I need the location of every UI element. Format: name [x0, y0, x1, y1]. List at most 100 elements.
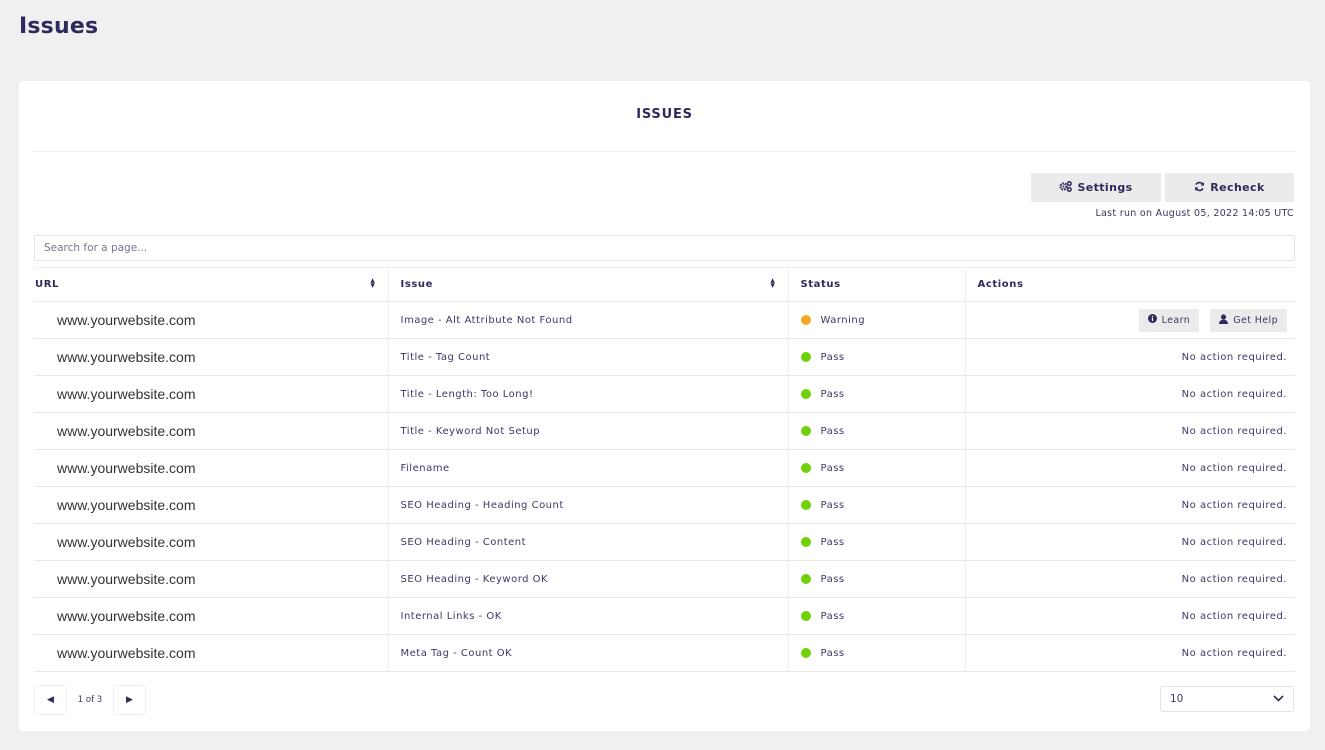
pagination: ◀ 1 of 3 ▶ [34, 685, 146, 715]
no-action-text: No action required. [1181, 573, 1287, 585]
status-badge: Pass [820, 536, 845, 548]
column-header-issue[interactable]: Issue ▴ ▾ [387, 267, 788, 302]
column-header-url[interactable]: URL ▴ ▾ [34, 267, 388, 302]
no-action-text: No action required. [1181, 499, 1287, 511]
sort-icon[interactable]: ▴ ▾ [770, 277, 775, 291]
table-row: www.yourwebsite.com SEO Heading - Conten… [34, 523, 1295, 561]
learn-button[interactable]: Learn [1138, 308, 1200, 332]
status-cell: Pass [787, 338, 965, 376]
issue-cell: SEO Heading - Heading Count [387, 486, 788, 524]
status-dot-icon [800, 648, 811, 658]
status-badge: Warning [820, 314, 866, 326]
table-row: www.yourwebsite.com Filename Pass No act… [34, 449, 1295, 487]
status-dot-icon [800, 352, 811, 362]
url-cell[interactable]: www.yourwebsite.com [34, 597, 388, 635]
column-header-status: Status [787, 267, 965, 302]
status-cell: Warning [787, 301, 965, 339]
issue-cell: SEO Heading - Keyword OK [387, 560, 788, 598]
issue-cell: SEO Heading - Content [387, 523, 788, 561]
caret-left-icon: ◀ [47, 695, 54, 705]
no-action-text: No action required. [1181, 647, 1287, 659]
chevron-down-icon [1273, 693, 1284, 705]
page-indicator: 1 of 3 [77, 695, 103, 705]
prev-page-button[interactable]: ◀ [34, 685, 67, 715]
url-cell[interactable]: www.yourwebsite.com [34, 375, 388, 413]
caret-right-icon: ▶ [126, 695, 133, 705]
status-badge: Pass [820, 462, 845, 474]
last-run-timestamp: Last run on August 05, 2022 14:05 UTC [1095, 208, 1294, 219]
url-cell[interactable]: www.yourwebsite.com [34, 560, 388, 598]
page-size-value: 10 [1170, 693, 1184, 705]
info-icon [1147, 314, 1157, 326]
status-dot-icon [800, 426, 811, 436]
actions-cell: No action required. [964, 486, 1295, 524]
column-label: Issue [400, 279, 434, 290]
table-row: www.yourwebsite.com Title - Length: Too … [34, 375, 1295, 413]
issue-cell: Meta Tag - Count OK [387, 634, 788, 672]
table-row: www.yourwebsite.com Title - Tag Count Pa… [34, 338, 1295, 376]
table-body: www.yourwebsite.com Image - Alt Attribut… [34, 301, 1295, 672]
recheck-button[interactable]: Recheck [1165, 173, 1294, 202]
actions-cell: No action required. [964, 560, 1295, 598]
user-support-icon [1219, 313, 1229, 327]
actions-cell: No action required. [964, 338, 1295, 376]
table-row: www.yourwebsite.com SEO Heading - Headin… [34, 486, 1295, 524]
get-help-button[interactable]: Get Help [1210, 308, 1287, 332]
settings-button[interactable]: Settings [1031, 173, 1161, 202]
column-header-actions: Actions [964, 267, 1295, 302]
issue-cell: Internal Links - OK [387, 597, 788, 635]
search-input[interactable] [34, 235, 1295, 261]
column-label: URL [35, 279, 59, 290]
url-cell[interactable]: www.yourwebsite.com [34, 634, 388, 672]
issue-cell: Filename [387, 449, 788, 487]
url-cell[interactable]: www.yourwebsite.com [34, 338, 388, 376]
no-action-text: No action required. [1181, 388, 1287, 400]
actions-cell: No action required. [964, 449, 1295, 487]
status-cell: Pass [787, 597, 965, 635]
recheck-label: Recheck [1210, 181, 1265, 194]
page-size-select[interactable]: 10 [1160, 686, 1294, 712]
status-badge: Pass [820, 647, 845, 659]
issue-cell: Title - Length: Too Long! [387, 375, 788, 413]
actions-cell: No action required. [964, 375, 1295, 413]
status-dot-icon [800, 574, 811, 584]
settings-label: Settings [1077, 181, 1133, 194]
column-label: Status [800, 279, 841, 290]
no-action-text: No action required. [1181, 610, 1287, 622]
url-cell[interactable]: www.yourwebsite.com [34, 449, 388, 487]
status-cell: Pass [787, 523, 965, 561]
status-cell: Pass [787, 412, 965, 450]
table-header-row: URL ▴ ▾ Issue ▴ ▾ Status Actions [34, 267, 1295, 302]
status-cell: Pass [787, 560, 965, 598]
no-action-text: No action required. [1181, 536, 1287, 548]
gears-icon [1059, 180, 1073, 195]
no-action-text: No action required. [1181, 462, 1287, 474]
next-page-button[interactable]: ▶ [113, 685, 146, 715]
status-badge: Pass [820, 610, 845, 622]
column-label: Actions [977, 279, 1024, 290]
status-dot-icon [800, 315, 811, 325]
row-action-buttons: Learn Get Help [978, 308, 1287, 332]
actions-cell: No action required. [964, 523, 1295, 561]
status-cell: Pass [787, 375, 965, 413]
status-dot-icon [800, 389, 811, 399]
table-row: www.yourwebsite.com SEO Heading - Keywor… [34, 560, 1295, 598]
url-cell[interactable]: www.yourwebsite.com [34, 301, 388, 339]
actions-cell: No action required. [964, 597, 1295, 635]
url-cell[interactable]: www.yourwebsite.com [34, 523, 388, 561]
refresh-icon [1194, 181, 1205, 195]
status-badge: Pass [820, 499, 845, 511]
status-cell: Pass [787, 449, 965, 487]
actions-cell: No action required. [964, 412, 1295, 450]
status-dot-icon [800, 463, 811, 473]
sort-icon[interactable]: ▴ ▾ [370, 277, 375, 291]
status-badge: Pass [820, 388, 845, 400]
url-cell[interactable]: www.yourwebsite.com [34, 486, 388, 524]
learn-label: Learn [1161, 314, 1191, 326]
toolbar: Settings Recheck [1031, 173, 1294, 202]
url-cell[interactable]: www.yourwebsite.com [34, 412, 388, 450]
table-row: www.yourwebsite.com Title - Keyword Not … [34, 412, 1295, 450]
card-title: ISSUES [636, 107, 693, 122]
status-dot-icon [800, 500, 811, 510]
status-dot-icon [800, 537, 811, 547]
